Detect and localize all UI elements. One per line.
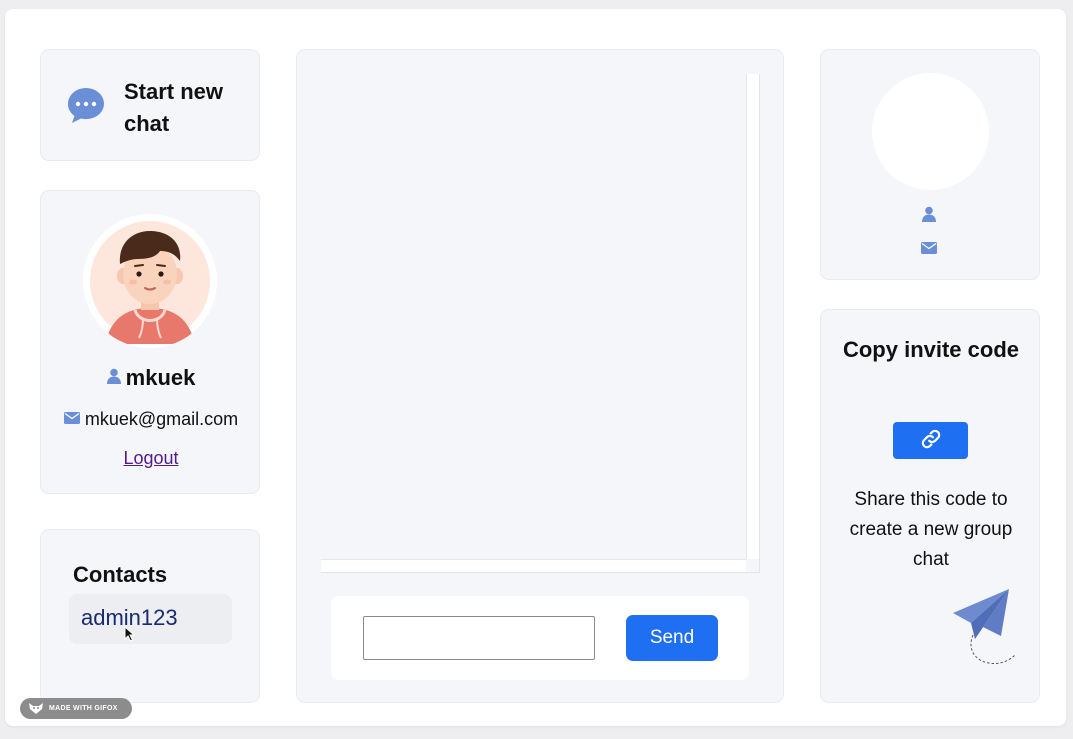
- chat-panel: Send: [296, 49, 784, 703]
- horizontal-scrollbar[interactable]: [321, 559, 746, 572]
- email-row: mkuek@gmail.com: [41, 409, 261, 431]
- app-window: Start new chat mkuek mkuek@gmail.com Log…: [5, 9, 1066, 726]
- username: mkuek: [125, 365, 196, 390]
- copy-invite-button[interactable]: [893, 422, 968, 459]
- vertical-scrollbar[interactable]: [746, 74, 759, 559]
- avatar: [83, 214, 217, 348]
- message-list[interactable]: [321, 74, 760, 573]
- link-icon: [920, 428, 942, 453]
- gifox-watermark: MADE WITH GIFOX: [20, 698, 132, 719]
- username-row: mkuek: [41, 365, 261, 392]
- chat-info-card: [820, 49, 1040, 280]
- user-icon: [922, 206, 936, 227]
- start-new-chat-card[interactable]: Start new chat: [40, 49, 260, 161]
- invite-title: Copy invite code: [842, 337, 1020, 362]
- contact-item[interactable]: admin123: [69, 594, 232, 644]
- chat-avatar: [872, 73, 989, 190]
- mail-icon: [921, 241, 937, 259]
- logout-link[interactable]: Logout: [41, 448, 261, 469]
- mouse-cursor-icon: [124, 625, 136, 647]
- message-input[interactable]: [363, 616, 595, 660]
- invite-card: Copy invite code Share this code to crea…: [820, 309, 1040, 703]
- profile-card: mkuek mkuek@gmail.com Logout: [40, 190, 260, 494]
- fox-logo-icon: [28, 702, 49, 716]
- share-code-text: Share this code to create a new group ch…: [849, 489, 1013, 570]
- mail-icon: [63, 408, 80, 429]
- send-button[interactable]: Send: [626, 615, 718, 661]
- contacts-title: Contacts: [73, 562, 168, 587]
- paper-plane-icon: [949, 587, 1019, 674]
- start-new-chat-label[interactable]: Start new chat: [124, 76, 244, 140]
- user-icon: [106, 364, 121, 390]
- email: mkuek@gmail.com: [84, 409, 239, 429]
- message-composer: Send: [331, 596, 749, 680]
- contacts-card: Contacts admin123: [40, 529, 260, 703]
- chat-bubble-icon[interactable]: [67, 86, 105, 129]
- watermark-text: MADE WITH GIFOX: [49, 705, 118, 712]
